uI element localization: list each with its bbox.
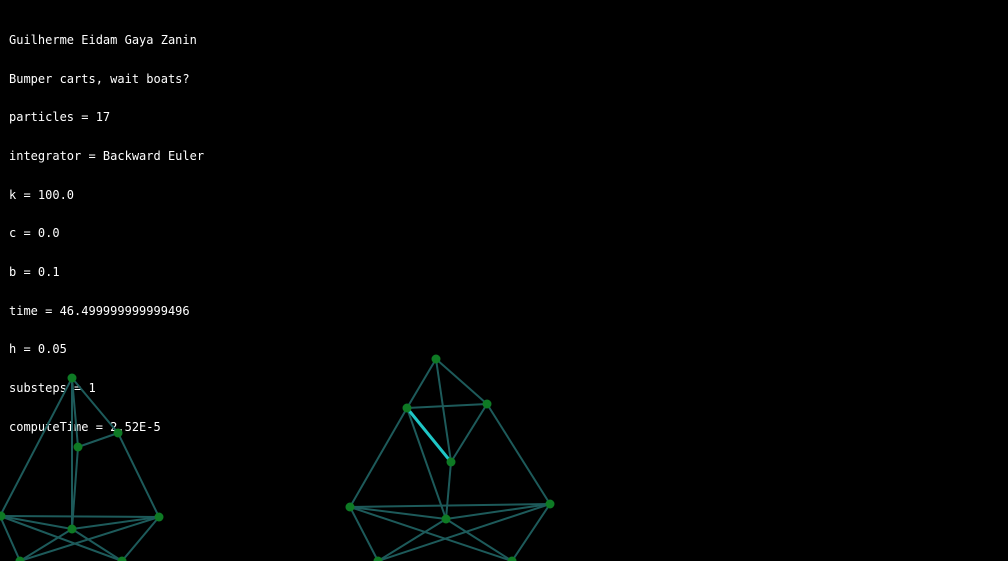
- spring: [450, 403, 488, 463]
- particle[interactable]: [441, 514, 451, 524]
- particle[interactable]: [373, 556, 383, 561]
- spring: [0, 515, 123, 561]
- spring: [349, 503, 551, 508]
- spring: [377, 503, 551, 561]
- spring: [406, 358, 437, 409]
- particle[interactable]: [482, 399, 492, 409]
- particle[interactable]: [345, 502, 355, 512]
- particle[interactable]: [446, 457, 456, 467]
- spring: [71, 377, 119, 434]
- particle[interactable]: [15, 556, 25, 561]
- spring: [77, 432, 119, 448]
- spring: [349, 407, 408, 508]
- spring: [71, 516, 160, 530]
- left-body: [0, 377, 160, 561]
- spring: [0, 377, 73, 517]
- particle[interactable]: [113, 428, 123, 438]
- spring: [349, 506, 447, 520]
- spring: [0, 515, 73, 530]
- spring: [435, 358, 488, 405]
- particle[interactable]: [67, 524, 77, 534]
- simulation-canvas[interactable]: [0, 0, 1008, 561]
- particle[interactable]: [154, 512, 164, 522]
- particle[interactable]: [431, 354, 441, 364]
- particle[interactable]: [0, 511, 6, 521]
- spring: [406, 407, 447, 520]
- particle[interactable]: [402, 403, 412, 413]
- spring: [377, 518, 447, 561]
- spring: [511, 503, 551, 561]
- spring: [117, 432, 160, 518]
- spring: [445, 461, 452, 520]
- spring: [0, 515, 160, 518]
- simulation-window: Guilherme Eidam Gaya Zanin Bumper carts,…: [0, 0, 1008, 561]
- particle[interactable]: [67, 373, 77, 383]
- spring: [406, 403, 488, 409]
- particle[interactable]: [73, 442, 83, 452]
- spring: [445, 518, 513, 561]
- spring: [486, 403, 551, 505]
- right-particles: [345, 354, 555, 561]
- particle[interactable]: [545, 499, 555, 509]
